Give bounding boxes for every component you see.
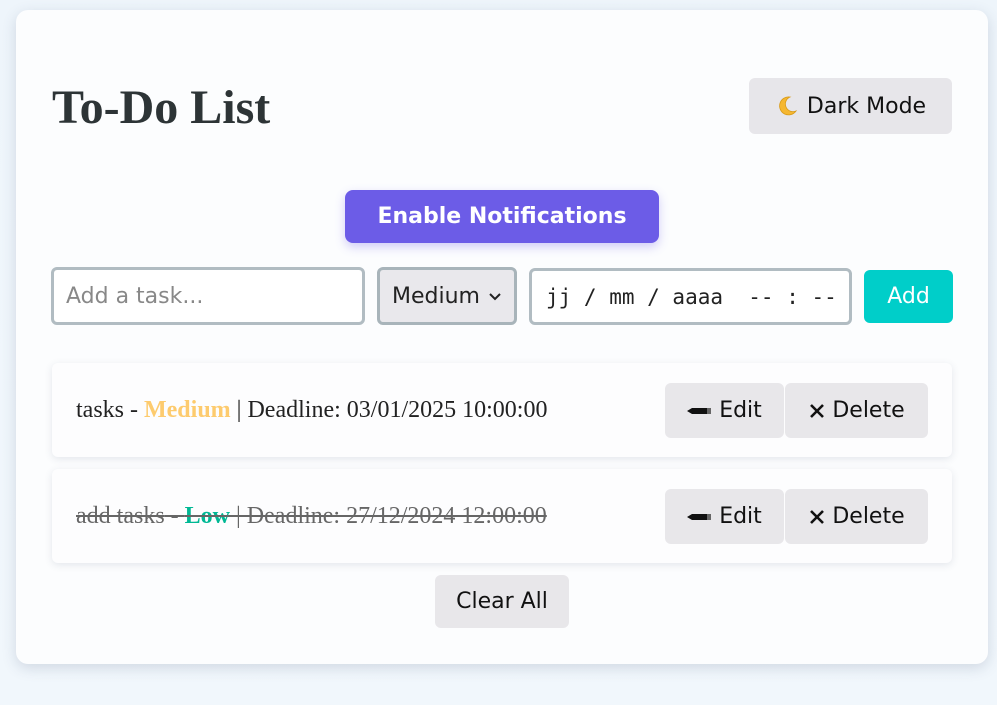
edit-button[interactable]: Edit	[665, 383, 784, 438]
close-icon	[810, 509, 825, 524]
moon-icon	[779, 96, 798, 116]
task-separator: -	[164, 502, 185, 529]
edit-label: Edit	[719, 504, 762, 529]
delete-label: Delete	[832, 504, 905, 529]
task-priority: Medium	[144, 396, 231, 423]
task-item: add tasks - Low | Deadline: 27/12/2024 1…	[52, 469, 952, 563]
task-input[interactable]: Add a task...	[51, 267, 365, 325]
priority-select-value: Medium	[392, 283, 480, 309]
dark-mode-button[interactable]: Dark Mode	[749, 78, 952, 134]
deadline-input[interactable]: jj / mm / aaaa -- : --	[529, 268, 852, 325]
dark-mode-label: Dark Mode	[806, 93, 927, 119]
clear-all-button[interactable]: Clear All	[435, 575, 569, 628]
edit-label: Edit	[719, 398, 762, 423]
edit-button[interactable]: Edit	[665, 489, 784, 544]
task-priority: Low	[184, 502, 230, 529]
delete-button[interactable]: Delete	[785, 383, 928, 438]
task-name: add tasks	[76, 502, 165, 529]
task-separator: -	[124, 396, 144, 423]
chevron-down-icon	[489, 293, 501, 301]
task-item: tasks - Medium | Deadline: 03/01/2025 10…	[52, 363, 952, 457]
task-text: tasks - Medium | Deadline: 03/01/2025 10…	[76, 363, 547, 457]
task-deadline: | Deadline: 27/12/2024 12:00:00	[230, 502, 547, 529]
close-icon	[810, 403, 825, 418]
enable-notifications-button[interactable]: Enable Notifications	[345, 190, 659, 243]
pencil-icon	[687, 407, 712, 414]
delete-label: Delete	[832, 398, 905, 423]
delete-button[interactable]: Delete	[785, 489, 928, 544]
task-deadline: | Deadline: 03/01/2025 10:00:00	[230, 396, 548, 423]
add-task-button[interactable]: Add	[864, 270, 953, 323]
page-title: To-Do List	[52, 81, 271, 134]
todo-card: To-Do List Dark Mode Enable Notification…	[16, 10, 988, 664]
task-input-placeholder: Add a task...	[66, 283, 204, 309]
priority-select[interactable]: Medium	[377, 267, 517, 325]
pencil-icon	[687, 513, 712, 520]
task-text: add tasks - Low | Deadline: 27/12/2024 1…	[76, 469, 547, 563]
task-name: tasks	[76, 396, 124, 423]
deadline-placeholder: jj / mm / aaaa -- : --	[546, 284, 837, 309]
